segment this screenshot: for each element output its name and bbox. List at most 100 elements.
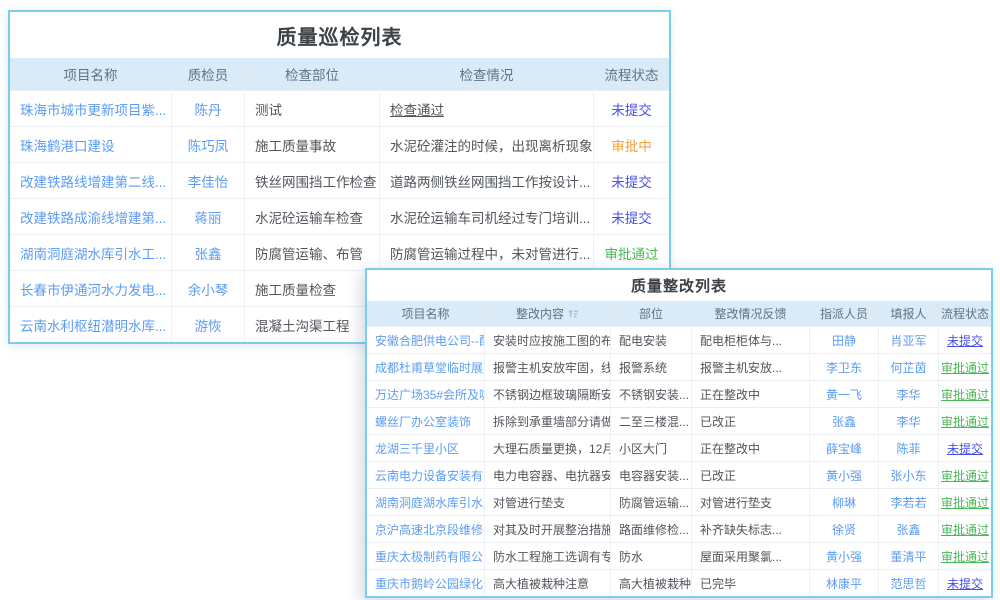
- cell-text: 报警主机安放牢固，线缆连接...: [493, 359, 611, 376]
- inspector-link[interactable]: 陈巧凤: [188, 135, 229, 155]
- status-badge-pending[interactable]: 未提交: [947, 575, 983, 592]
- cell-status: 审批通过: [939, 462, 991, 488]
- cell-part: 防腐管运输...: [611, 489, 692, 515]
- project-link[interactable]: 改建铁路线增建第二线...: [20, 171, 166, 191]
- column-header-content[interactable]: 整改内容: [485, 301, 611, 326]
- cell-inspector: 李佳怡: [172, 163, 245, 198]
- assignee-link[interactable]: 田静: [832, 332, 856, 349]
- cell-status: 未提交: [594, 163, 669, 198]
- project-link[interactable]: 万达广场35#会所及咖啡厅空...: [375, 386, 485, 403]
- assignee-link[interactable]: 李卫东: [826, 359, 862, 376]
- project-link[interactable]: 珠海鹤港口建设: [20, 135, 115, 155]
- status-badge-approved[interactable]: 审批通过: [941, 413, 989, 430]
- project-link[interactable]: 改建铁路成渝线增建第...: [20, 207, 166, 227]
- cell-reporter: 陈菲: [879, 435, 939, 461]
- cell-project: 改建铁路成渝线增建第...: [10, 199, 172, 234]
- reporter-link[interactable]: 张鑫: [896, 521, 920, 538]
- cell-status: 审批通过: [594, 235, 669, 270]
- cell-text: 防腐管运输过程中，未对管进行...: [390, 243, 590, 263]
- cell-part: 不锈钢安装...: [611, 381, 692, 407]
- status-badge-approved[interactable]: 审批通过: [941, 386, 989, 403]
- project-link[interactable]: 珠海市城市更新项目紫...: [20, 99, 166, 119]
- project-link[interactable]: 京沪高速北京段维修: [375, 521, 483, 538]
- project-link[interactable]: 湖南洞庭湖水库引水工...: [20, 243, 166, 263]
- cell-text[interactable]: 检查通过: [390, 99, 444, 119]
- reporter-link[interactable]: 张小东: [890, 467, 926, 484]
- inspector-link[interactable]: 陈丹: [195, 99, 222, 119]
- column-header-label: 流程状态: [941, 305, 989, 322]
- cell-reporter: 张小东: [879, 462, 939, 488]
- reporter-link[interactable]: 李华: [896, 386, 920, 403]
- cell-text: 已改正: [700, 413, 736, 430]
- assignee-link[interactable]: 徐贤: [832, 521, 856, 538]
- cell-text: 防水: [619, 548, 643, 565]
- cell-part: 小区大门: [611, 435, 692, 461]
- cell-part: 测试: [245, 91, 380, 126]
- status-badge-approved[interactable]: 审批通过: [941, 467, 989, 484]
- inspector-link[interactable]: 张鑫: [195, 243, 222, 263]
- project-link[interactable]: 云南电力设备安装有限公司20...: [375, 467, 485, 484]
- project-link[interactable]: 湖南洞庭湖水库引水工程施工标: [375, 494, 485, 511]
- page-canvas: 质量巡检列表 项目名称质检员检查部位检查情况流程状态 珠海市城市更新项目紫...…: [0, 0, 1000, 600]
- assignee-link[interactable]: 黄一飞: [826, 386, 862, 403]
- inspector-link[interactable]: 李佳怡: [188, 171, 229, 191]
- project-link[interactable]: 长春市伊通河水力发电...: [20, 279, 166, 299]
- assignee-link[interactable]: 林康平: [826, 575, 862, 592]
- cell-status: 未提交: [939, 435, 991, 461]
- assignee-link[interactable]: 黄小强: [826, 467, 862, 484]
- reporter-link[interactable]: 肖亚军: [890, 332, 926, 349]
- cell-text: 报警主机安放...: [700, 359, 782, 376]
- column-header-inspector: 质检员: [172, 58, 245, 90]
- status-badge-pending[interactable]: 未提交: [947, 440, 983, 457]
- status-badge-approved[interactable]: 审批通过: [941, 521, 989, 538]
- cell-text: 对管进行垫支: [493, 494, 565, 511]
- assignee-link[interactable]: 柳琳: [832, 494, 856, 511]
- cell-project: 云南水利枢纽潜明水库...: [10, 307, 172, 342]
- cell-text: 道路两侧铁丝网围挡工作按设计...: [390, 171, 590, 191]
- assignee-link[interactable]: 黄小强: [826, 548, 862, 565]
- cell-situation: 防腐管运输过程中，未对管进行...: [380, 235, 594, 270]
- assignee-link[interactable]: 薛宝峰: [826, 440, 862, 457]
- cell-reporter: 张鑫: [879, 516, 939, 542]
- status-badge-pending[interactable]: 未提交: [947, 332, 983, 349]
- cell-feedback: 正在整改中: [692, 435, 810, 461]
- status-badge-approved[interactable]: 审批通过: [941, 494, 989, 511]
- project-link[interactable]: 螺丝厂办公室装饰: [375, 413, 471, 430]
- column-header-project: 项目名称: [367, 301, 485, 326]
- cell-text: 不锈钢安装...: [619, 386, 689, 403]
- cell-inspector: 陈巧凤: [172, 127, 245, 162]
- project-link[interactable]: 安徽合肥供电公司--配电设备...: [375, 332, 485, 349]
- quality-inspection-title: 质量巡检列表: [10, 12, 669, 58]
- cell-project: 万达广场35#会所及咖啡厅空...: [367, 381, 485, 407]
- project-link[interactable]: 重庆太极制药有限公司亳州中...: [375, 548, 485, 565]
- project-link[interactable]: 龙湖三千里小区: [375, 440, 459, 457]
- status-badge-pending: 未提交: [611, 207, 652, 227]
- column-header-project: 项目名称: [10, 58, 172, 90]
- column-header-label: 检查部位: [285, 64, 339, 84]
- column-header-label: 整改情况反馈: [714, 305, 786, 322]
- cell-project: 龙湖三千里小区: [367, 435, 485, 461]
- inspector-link[interactable]: 蒋丽: [195, 207, 222, 227]
- reporter-link[interactable]: 李华: [896, 413, 920, 430]
- reporter-link[interactable]: 范思哲: [890, 575, 926, 592]
- inspector-link[interactable]: 余小琴: [188, 279, 229, 299]
- reporter-link[interactable]: 董清平: [890, 548, 926, 565]
- cell-situation: 水泥砼灌注的时候，出现离析现象: [380, 127, 594, 162]
- project-link[interactable]: 云南水利枢纽潜明水库...: [20, 315, 166, 335]
- project-link[interactable]: 重庆市鹅岭公园绿化景观提升...: [375, 575, 485, 592]
- cell-assignee: 林康平: [810, 570, 879, 596]
- project-link[interactable]: 成都杜甫草堂临时展厅独立展...: [375, 359, 485, 376]
- reporter-link[interactable]: 李若若: [890, 494, 926, 511]
- cell-status: 审批通过: [939, 354, 991, 380]
- cell-reporter: 李华: [879, 408, 939, 434]
- status-badge-approved[interactable]: 审批通过: [941, 548, 989, 565]
- column-header-reporter: 填报人: [879, 301, 939, 326]
- cell-text: 防腐管运输...: [619, 494, 689, 511]
- status-badge-approved[interactable]: 审批通过: [941, 359, 989, 376]
- assignee-link[interactable]: 张鑫: [832, 413, 856, 430]
- inspector-link[interactable]: 游恢: [195, 315, 222, 335]
- table-row: 万达广场35#会所及咖啡厅空...不锈钢边框玻璃隔断安装不牢...不锈钢安装..…: [367, 380, 991, 407]
- reporter-link[interactable]: 何芷茵: [890, 359, 926, 376]
- cell-project: 螺丝厂办公室装饰: [367, 408, 485, 434]
- reporter-link[interactable]: 陈菲: [896, 440, 920, 457]
